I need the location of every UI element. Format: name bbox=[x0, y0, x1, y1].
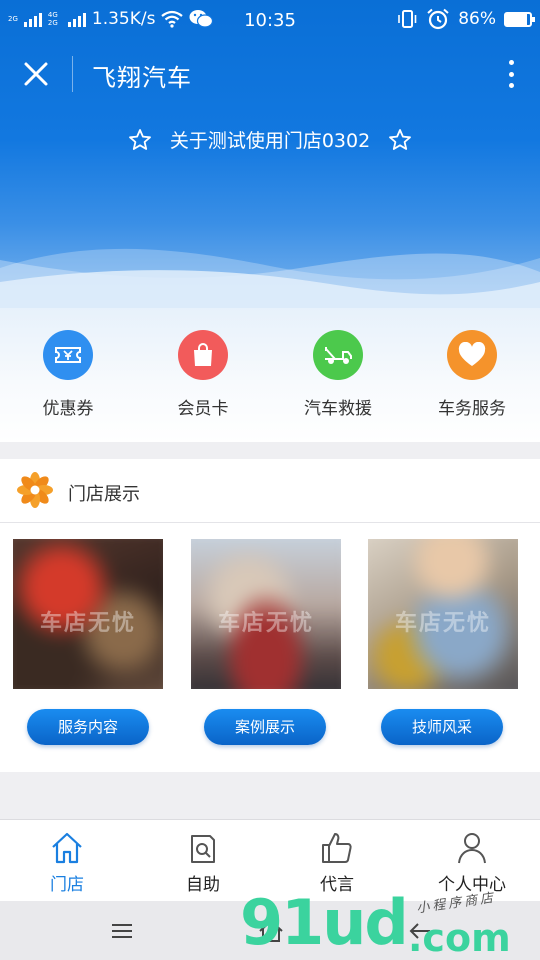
quick-icon-bg bbox=[178, 330, 228, 380]
app-title: 飞翔汽车 bbox=[92, 64, 192, 92]
tab-profile[interactable]: 个人中心 bbox=[412, 830, 532, 895]
quick-item-roadside-rescue[interactable]: 汽车救援 bbox=[283, 330, 393, 419]
store-title-row: 关于测试使用门店0302 bbox=[0, 126, 540, 153]
quick-label: 汽车救援 bbox=[304, 399, 372, 419]
case-photo[interactable]: 车店无忧 bbox=[191, 539, 341, 689]
star-icon[interactable] bbox=[388, 128, 412, 152]
quick-item-coupons[interactable]: 优惠券 bbox=[13, 330, 123, 419]
star-icon[interactable] bbox=[128, 128, 152, 152]
service-content-button[interactable]: 服务内容 bbox=[27, 709, 149, 745]
nav-bar: 飞翔汽车 bbox=[0, 44, 540, 104]
quick-icon-bg bbox=[43, 330, 93, 380]
showcase-header: 门店展示 bbox=[0, 459, 540, 523]
flower-icon bbox=[17, 472, 53, 508]
ticket-icon bbox=[55, 347, 81, 363]
tab-label: 门店 bbox=[50, 875, 84, 895]
thumbs-up-icon bbox=[322, 833, 352, 863]
vibrate-icon bbox=[398, 10, 417, 28]
person-icon bbox=[458, 833, 486, 864]
photo-watermark: 车店无忧 bbox=[217, 611, 314, 636]
logo-main-text: 91ud bbox=[240, 886, 409, 959]
quick-label: 会员卡 bbox=[177, 399, 229, 419]
quick-label: 车务服务 bbox=[438, 399, 506, 419]
site-watermark-logo: 91ud 小程序商店 .com bbox=[240, 888, 540, 960]
menu-icon[interactable] bbox=[108, 917, 136, 945]
store-name: 关于测试使用门店0302 bbox=[169, 130, 371, 152]
tow-truck-icon bbox=[325, 347, 352, 364]
photo-watermark: 车店无忧 bbox=[39, 611, 136, 636]
header-banner: 2G 4G 2G 1.35K/s 10:35 86% 飞翔汽车 关于测试使用门店… bbox=[0, 0, 540, 310]
quick-item-vehicle-services[interactable]: 车务服务 bbox=[417, 330, 527, 419]
service-photo[interactable]: 车店无忧 bbox=[13, 539, 163, 689]
wave-decoration bbox=[0, 248, 540, 310]
case-showcase-button[interactable]: 案例展示 bbox=[204, 709, 326, 745]
quick-icon-bg bbox=[313, 330, 363, 380]
quick-label: 优惠券 bbox=[42, 399, 94, 419]
alarm-icon bbox=[427, 8, 449, 30]
battery-icon bbox=[504, 11, 535, 27]
home-icon bbox=[52, 832, 82, 864]
quick-icon-bg bbox=[447, 330, 497, 380]
technician-showcase-button[interactable]: 技师风采 bbox=[381, 709, 503, 745]
battery-percent: 86% bbox=[458, 9, 496, 29]
quick-item-member-card[interactable]: 会员卡 bbox=[148, 330, 258, 419]
tab-store[interactable]: 门店 bbox=[7, 830, 127, 895]
status-bar: 2G 4G 2G 1.35K/s 10:35 86% bbox=[0, 0, 540, 40]
technician-photo[interactable]: 车店无忧 bbox=[368, 539, 518, 689]
quick-menu: 优惠券 会员卡 汽车救援 车务服务 bbox=[0, 308, 540, 442]
nav-divider bbox=[72, 56, 73, 92]
self-service-icon bbox=[191, 835, 215, 863]
close-button[interactable] bbox=[18, 56, 54, 92]
logo-tagline: 小程序商店 bbox=[415, 890, 497, 917]
shopping-bag-icon bbox=[194, 343, 212, 366]
more-menu-button[interactable] bbox=[504, 56, 518, 92]
logo-suffix: .com bbox=[408, 916, 511, 960]
heart-icon bbox=[458, 342, 486, 366]
showcase-title: 门店展示 bbox=[68, 484, 140, 505]
store-showcase-panel: 门店展示 车店无忧 车店无忧 车店无忧 服务内容 案例展示 技师风采 bbox=[0, 459, 540, 772]
photo-watermark: 车店无忧 bbox=[394, 611, 491, 636]
